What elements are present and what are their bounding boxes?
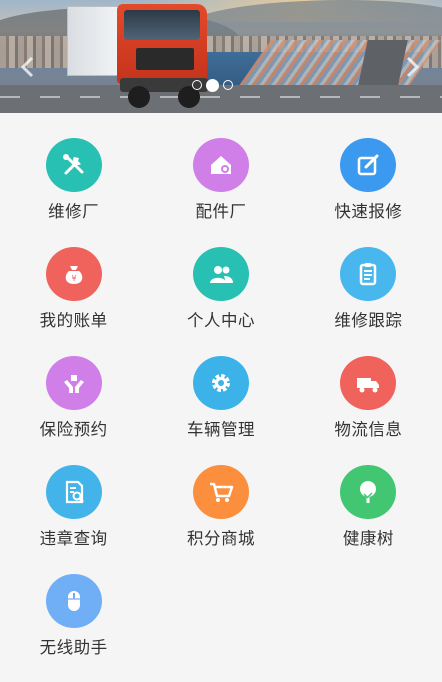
menu-item-label: 保险预约 <box>39 420 108 439</box>
menu-item-icon-circle <box>340 138 397 192</box>
menu-item-icon-circle <box>45 138 102 192</box>
menu-item-label: 物流信息 <box>334 420 403 439</box>
menu-item-icon-circle <box>192 356 249 410</box>
carousel-indicator <box>192 78 233 92</box>
banner-truck-grill <box>136 48 194 70</box>
tools-icon <box>62 154 84 175</box>
menu-item-9[interactable]: 违章查询 <box>0 440 147 549</box>
menu-item-3[interactable]: ¥ 我的账单 <box>0 222 147 331</box>
truck-icon <box>357 378 380 393</box>
menu-item-4[interactable]: 个人中心 <box>147 222 294 331</box>
menu-item-label: 车辆管理 <box>186 420 255 439</box>
menu-item-icon-circle <box>340 247 397 301</box>
menu-item-label: 积分商城 <box>186 529 255 548</box>
banner-truck-trailer <box>67 6 121 76</box>
menu-item-label: 维修跟踪 <box>334 311 403 330</box>
money-bag-icon: ¥ <box>65 266 82 284</box>
menu-item-1[interactable]: 配件厂 <box>147 113 294 222</box>
menu-item-label: 配件厂 <box>195 202 247 221</box>
chevron-left-icon <box>20 56 34 78</box>
banner-lane-marking <box>0 96 442 98</box>
menu-item-label: 快速报修 <box>334 202 403 221</box>
svg-text:¥: ¥ <box>71 274 76 283</box>
carousel-dot[interactable] <box>192 80 202 90</box>
menu-item-icon-circle <box>45 574 102 628</box>
menu-item-icon-circle <box>192 465 249 519</box>
feature-menu-grid: 维修厂 配件厂 快速报修 ¥ 我的账单 个人中心 维修跟踪保险预约 车辆管理 物流信息违章查询 积… <box>0 113 442 658</box>
banner-carousel[interactable] <box>0 0 442 113</box>
menu-item-label: 个人中心 <box>186 311 255 330</box>
users-icon <box>209 266 233 283</box>
menu-item-label: 无线助手 <box>39 638 108 657</box>
menu-item-label: 违章查询 <box>39 529 108 548</box>
house-gear-icon <box>210 156 231 174</box>
menu-item-7[interactable]: 车辆管理 <box>147 331 294 440</box>
carousel-prev-button[interactable] <box>18 55 38 79</box>
edit-note-icon <box>358 154 379 176</box>
banner-truck-wheel <box>128 86 150 108</box>
carousel-next-button[interactable] <box>402 55 422 79</box>
menu-item-icon-circle <box>45 356 102 410</box>
hands-shield-icon <box>63 375 84 393</box>
menu-item-icon-circle <box>340 356 397 410</box>
menu-item-icon-circle <box>192 138 249 192</box>
cart-icon <box>209 482 234 502</box>
menu-item-2[interactable]: 快速报修 <box>295 113 442 222</box>
menu-item-10[interactable]: 积分商城 <box>147 440 294 549</box>
menu-item-icon-circle <box>340 465 397 519</box>
menu-item-6[interactable]: 保险预约 <box>0 331 147 440</box>
menu-item-12[interactable]: 无线助手 <box>0 549 147 658</box>
menu-item-icon-circle <box>192 247 249 301</box>
menu-item-icon-circle <box>45 465 102 519</box>
menu-item-label: 我的账单 <box>39 311 108 330</box>
menu-item-8[interactable]: 物流信息 <box>295 331 442 440</box>
carousel-dot[interactable] <box>223 80 233 90</box>
menu-item-icon-circle: ¥ <box>45 247 102 301</box>
menu-item-label: 健康树 <box>342 529 394 548</box>
menu-item-5[interactable]: 维修跟踪 <box>295 222 442 331</box>
menu-item-label: 维修厂 <box>48 202 100 221</box>
menu-item-0[interactable]: 维修厂 <box>0 113 147 222</box>
menu-item-11[interactable]: 健康树 <box>295 440 442 549</box>
chevron-right-icon <box>406 56 420 78</box>
document-search-icon <box>65 480 84 504</box>
banner-truck-window <box>124 10 200 40</box>
clipboard-icon <box>360 263 377 286</box>
mouse-icon <box>67 591 80 611</box>
gear-icon <box>211 374 230 392</box>
tree-icon <box>360 481 377 503</box>
carousel-dot[interactable] <box>206 78 219 92</box>
